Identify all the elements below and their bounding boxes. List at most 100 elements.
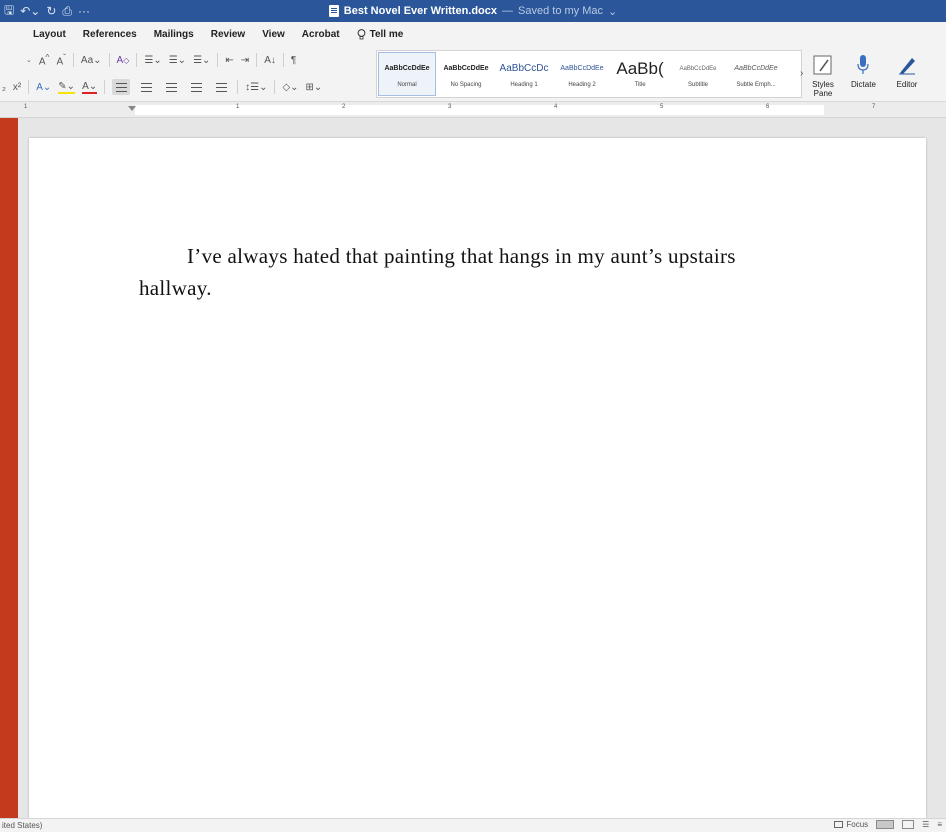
ruler-number: 5 xyxy=(660,104,664,110)
multilevel-list-icon[interactable]: ☰⌄ xyxy=(193,55,210,66)
align-right-icon[interactable] xyxy=(162,79,180,95)
save-status: Saved to my Mac xyxy=(518,5,603,17)
save-icon[interactable]: 🖫 xyxy=(4,1,14,22)
status-bar: ited States) Focus ☰ ≡ xyxy=(0,818,946,832)
text-effects-icon[interactable]: A⌄ xyxy=(36,82,51,93)
style-preview: AaBbCcDdEe xyxy=(443,65,489,72)
print-layout-view-icon[interactable] xyxy=(876,820,895,829)
title-bar: 🖫 ↶⌄ ↻ ⎙ ··· Best Novel Ever Written.doc… xyxy=(0,0,946,22)
focus-button[interactable]: Focus xyxy=(834,820,868,829)
lightbulb-icon xyxy=(357,28,365,39)
tab-view[interactable]: View xyxy=(262,29,285,40)
style-title[interactable]: AaBb( Title xyxy=(611,51,669,97)
dictate-button[interactable]: Dictate xyxy=(851,52,876,89)
clear-formatting-icon[interactable]: A◇ xyxy=(117,55,130,66)
save-status-caret-icon[interactable]: ⌄ xyxy=(608,5,617,18)
tell-me-search[interactable]: Tell me xyxy=(357,28,403,40)
style-subtle-emphasis[interactable]: AaBbCcDdEe Subtle Emph... xyxy=(727,51,785,97)
decrease-font-size-icon[interactable]: Aˇ xyxy=(56,52,65,67)
divider xyxy=(72,53,74,67)
superscript-icon[interactable]: x² xyxy=(13,82,21,93)
document-page[interactable]: I’ve always hated that painting that han… xyxy=(29,138,926,828)
tab-review[interactable]: Review xyxy=(211,29,245,40)
web-layout-view-icon[interactable] xyxy=(902,820,915,829)
numbering-icon[interactable]: ☰⌄ xyxy=(169,55,186,66)
editor-button[interactable]: Editor xyxy=(895,52,919,89)
increase-font-size-icon[interactable]: A^ xyxy=(39,52,50,67)
editor-pen-icon xyxy=(895,52,919,78)
bullets-icon[interactable]: ☰⌄ xyxy=(144,55,161,66)
justify-icon[interactable] xyxy=(187,79,205,95)
gallery-more-chevron-icon[interactable]: › xyxy=(800,68,803,79)
ruler-number: 1 xyxy=(24,104,28,110)
style-heading-1[interactable]: AaBbCcDc Heading 1 xyxy=(495,51,553,97)
divider xyxy=(104,80,106,94)
styles-gallery: AaBbCcDdEe Normal AaBbCcDdEe No Spacing … xyxy=(376,50,802,98)
style-subtitle[interactable]: AaBbCcDdEe Subtitle xyxy=(669,51,727,97)
style-name: Subtitle xyxy=(687,81,708,88)
subscript-icon[interactable]: ₂ xyxy=(2,82,6,93)
style-name: Normal xyxy=(397,81,417,88)
style-heading-2[interactable]: AaBbCcDdEe Heading 2 xyxy=(553,51,611,97)
style-preview: AaBb( xyxy=(616,58,664,78)
ruler-number: 3 xyxy=(448,104,452,110)
style-no-spacing[interactable]: AaBbCcDdEe No Spacing xyxy=(437,51,495,97)
body-paragraph[interactable]: I’ve always hated that painting that han… xyxy=(139,240,799,304)
style-name: Heading 1 xyxy=(510,81,538,88)
ruler-number: 1 xyxy=(236,104,240,110)
divider xyxy=(136,53,138,67)
line-spacing-icon[interactable]: ↕☰⌄ xyxy=(245,82,267,93)
ruler-number: 2 xyxy=(342,104,346,110)
style-name: Subtle Emph... xyxy=(736,81,776,88)
distributed-icon[interactable] xyxy=(212,79,230,95)
change-case-icon[interactable]: Aa⌄ xyxy=(81,55,102,66)
divider xyxy=(237,80,239,94)
style-normal[interactable]: AaBbCcDdEe Normal xyxy=(378,52,436,96)
print-icon[interactable]: ⎙ xyxy=(62,4,72,19)
redo-icon[interactable]: ↻ xyxy=(46,4,56,18)
style-preview: AaBbCcDdEe xyxy=(734,65,778,72)
style-preview: AaBbCcDc xyxy=(499,63,549,74)
styles-pane-button[interactable]: Styles Pane xyxy=(810,52,836,98)
document-title: Best Novel Ever Written.docx — Saved to … xyxy=(0,0,946,22)
outline-view-icon[interactable]: ☰ xyxy=(922,820,929,829)
more-icon[interactable]: ··· xyxy=(78,4,90,18)
ribbon-row-font-paragraph: ⌄ A^ Aˇ Aa⌄ A◇ ☰⌄ ☰⌄ ☰⌄ ⇤ ⇥ A↓ ¶ xyxy=(0,51,296,69)
editor-label: Editor xyxy=(896,80,918,89)
styles-pane-label: Styles Pane xyxy=(812,80,834,98)
tab-acrobat[interactable]: Acrobat xyxy=(302,29,340,40)
focus-label: Focus xyxy=(846,820,869,829)
horizontal-ruler[interactable]: 1 1 2 3 4 5 6 7 xyxy=(0,102,946,118)
align-left-icon[interactable] xyxy=(112,79,131,95)
tab-references[interactable]: References xyxy=(83,29,137,40)
tab-layout[interactable]: Layout xyxy=(33,29,66,40)
draft-view-icon[interactable]: ≡ xyxy=(937,820,942,829)
highlight-color-icon[interactable]: ✎⌄ xyxy=(58,81,76,94)
style-preview: AaBbCcDdEe xyxy=(384,65,430,72)
divider xyxy=(28,80,30,94)
microphone-icon xyxy=(851,52,875,78)
show-formatting-marks-icon[interactable]: ¶ xyxy=(291,55,296,66)
sort-icon[interactable]: A↓ xyxy=(264,55,276,66)
document-canvas: I’ve always hated that painting that han… xyxy=(18,118,946,828)
align-center-icon[interactable] xyxy=(137,79,155,95)
font-size-dropdown-icon[interactable]: ⌄ xyxy=(26,56,32,64)
first-line-indent-marker[interactable] xyxy=(128,106,136,111)
style-preview: AaBbCcDdEe xyxy=(560,65,604,72)
divider xyxy=(108,53,110,67)
dictate-label: Dictate xyxy=(851,80,876,89)
tab-mailings[interactable]: Mailings xyxy=(154,29,194,40)
divider xyxy=(282,53,284,67)
ribbon-tabs: Layout References Mailings Review View A… xyxy=(0,22,946,46)
increase-indent-icon[interactable]: ⇥ xyxy=(241,55,249,66)
ruler-number: 4 xyxy=(554,104,558,110)
ribbon: ⌄ A^ Aˇ Aa⌄ A◇ ☰⌄ ☰⌄ ☰⌄ ⇤ ⇥ A↓ ¶ ₂ x² A⌄… xyxy=(0,46,946,102)
style-name: No Spacing xyxy=(450,81,482,88)
language-status[interactable]: ited States) xyxy=(0,821,42,830)
ribbon-row-format: ₂ x² A⌄ ✎⌄ A⌄ ↕☰⌄ ◇⌄ ⊞⌄ xyxy=(0,78,322,96)
undo-icon[interactable]: ↶⌄ xyxy=(20,4,40,18)
shading-icon[interactable]: ◇⌄ xyxy=(282,82,298,93)
borders-icon[interactable]: ⊞⌄ xyxy=(306,82,323,93)
font-color-icon[interactable]: A⌄ xyxy=(82,81,98,94)
decrease-indent-icon[interactable]: ⇤ xyxy=(225,55,233,66)
